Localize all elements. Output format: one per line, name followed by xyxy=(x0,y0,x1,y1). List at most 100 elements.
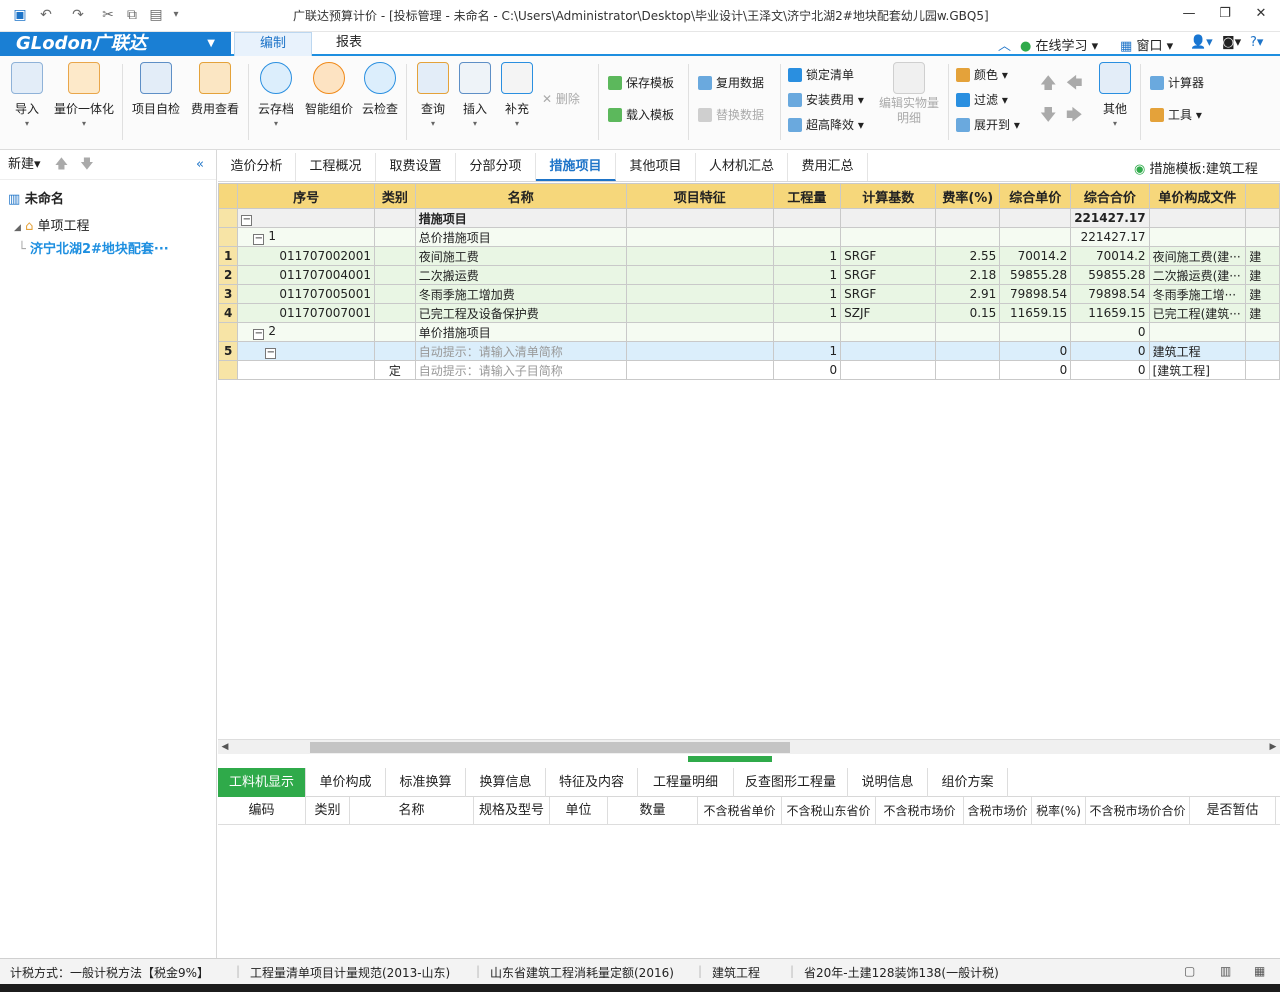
new-button[interactable]: 新建▾ xyxy=(8,157,41,172)
message-icon[interactable]: ◙▾ xyxy=(1222,35,1241,50)
grid-view-icon[interactable]: ▦ xyxy=(1254,964,1265,978)
cell-extra[interactable]: 建 xyxy=(1245,284,1280,304)
cell-total[interactable]: 79898.54 xyxy=(1070,284,1150,304)
cell-code[interactable]: − xyxy=(237,341,375,361)
cell-feature[interactable] xyxy=(625,265,774,285)
row-number[interactable] xyxy=(218,360,239,380)
cell-code[interactable]: −1 xyxy=(237,227,375,247)
cell-type[interactable] xyxy=(373,303,416,323)
cell-qty[interactable]: 1 xyxy=(772,246,842,266)
cell-file[interactable]: 夜间施工费(建··· xyxy=(1148,246,1247,266)
tab-measures[interactable]: 措施项目 xyxy=(536,153,616,181)
cell-type[interactable]: 定 xyxy=(373,360,416,380)
arrow-down-icon[interactable]: 🡇 xyxy=(80,157,93,172)
restore-button[interactable]: ❐ xyxy=(1210,4,1240,26)
row-number[interactable] xyxy=(218,208,239,228)
collapse-toggle-icon[interactable]: − xyxy=(253,329,265,340)
self-check-button[interactable]: 项目自检 xyxy=(130,62,182,117)
cell-unit-price[interactable] xyxy=(999,227,1072,247)
online-learn-button[interactable]: ● 在线学习 ▾ xyxy=(1020,35,1098,54)
cell-base[interactable]: SZJF xyxy=(840,303,937,323)
close-button[interactable]: ✕ xyxy=(1246,4,1276,26)
cell-base[interactable] xyxy=(840,208,937,228)
row-number[interactable]: 4 xyxy=(218,303,239,323)
user-icon[interactable]: 👤▾ xyxy=(1190,35,1213,50)
cell-file[interactable] xyxy=(1148,208,1247,228)
cell-code[interactable]: −2 xyxy=(237,322,375,342)
cell-base[interactable]: SRGF xyxy=(840,284,937,304)
app-logo[interactable]: GLodon广联达 ▼ xyxy=(0,32,231,56)
cell-qty[interactable] xyxy=(772,208,842,228)
bcol-name[interactable]: 名称 xyxy=(350,797,474,825)
cell-total[interactable]: 11659.15 xyxy=(1070,303,1150,323)
save-icon[interactable]: ▣ xyxy=(10,5,30,25)
cell-file[interactable]: 二次搬运费(建··· xyxy=(1148,265,1247,285)
cell-file[interactable]: 冬雨季施工增··· xyxy=(1148,284,1247,304)
tab-fee-settings[interactable]: 取费设置 xyxy=(376,153,456,181)
cell-type[interactable] xyxy=(373,227,416,247)
cell-code[interactable] xyxy=(237,360,375,380)
cell-rate[interactable] xyxy=(935,360,1001,380)
template-selector[interactable]: ◉ 措施模板:建筑工程 xyxy=(1134,158,1258,177)
cell-extra[interactable] xyxy=(1245,227,1280,247)
btab-graphic-quantity[interactable]: 反查图形工程量 xyxy=(734,768,848,797)
collapse-panel-icon[interactable]: « xyxy=(196,150,204,180)
minimize-button[interactable]: — xyxy=(1174,4,1204,26)
lock-list-button[interactable]: 锁定清单 xyxy=(788,66,854,84)
split-view-icon[interactable]: ▥ xyxy=(1220,964,1231,978)
window-menu-button[interactable]: ▦ 窗口 ▾ xyxy=(1120,35,1173,54)
row-number[interactable] xyxy=(218,227,239,247)
cell-unit-price[interactable]: 0 xyxy=(999,341,1072,361)
bcol-unit[interactable]: 单位 xyxy=(550,797,608,825)
cell-base[interactable]: SRGF xyxy=(840,265,937,285)
collapse-toggle-icon[interactable]: − xyxy=(253,234,265,245)
cut-icon[interactable]: ✂ xyxy=(98,5,118,25)
cell-base[interactable] xyxy=(840,227,937,247)
col-header-index[interactable]: 序号 xyxy=(237,183,375,209)
cell-base[interactable] xyxy=(840,322,937,342)
tab-project-overview[interactable]: 工程概况 xyxy=(296,153,376,181)
cell-code[interactable]: − xyxy=(237,208,375,228)
cell-qty[interactable]: 0 xyxy=(772,360,842,380)
cell-rate[interactable] xyxy=(935,341,1001,361)
cell-unit-price[interactable] xyxy=(999,322,1072,342)
cell-type[interactable] xyxy=(373,265,416,285)
cell-total[interactable]: 221427.17 xyxy=(1070,208,1150,228)
row-number[interactable]: 1 xyxy=(218,246,239,266)
price-integration-button[interactable]: 量价一体化 ▾ xyxy=(52,62,116,128)
cell-total[interactable]: 0 xyxy=(1070,360,1150,380)
col-header-file[interactable]: 单价构成文件 xyxy=(1148,183,1247,209)
cell-extra[interactable] xyxy=(1245,360,1280,380)
cell-file[interactable] xyxy=(1148,227,1247,247)
tab-material-summary[interactable]: 人材机汇总 xyxy=(696,153,788,181)
bcol-market-price[interactable]: 不含税市场价 xyxy=(876,797,964,825)
btab-quantity-detail[interactable]: 工程量明细 xyxy=(638,768,734,797)
copy-icon[interactable]: ⧉ xyxy=(122,5,142,25)
cell-feature[interactable] xyxy=(625,360,774,380)
table-row[interactable]: 1 011707002001 夜间施工费 1 SRGF 2.55 70014.2 70014.… xyxy=(218,246,1280,266)
help-button[interactable]: ?▾ xyxy=(1250,35,1263,50)
col-header-rate[interactable]: 费率(%) xyxy=(935,183,1001,209)
import-button[interactable]: 导入 ▾ xyxy=(8,62,46,128)
cell-extra[interactable]: 建 xyxy=(1245,303,1280,323)
cell-extra[interactable]: 建 xyxy=(1245,265,1280,285)
btab-price-composition[interactable]: 单价构成 xyxy=(306,768,386,797)
move-left-icon[interactable]: 🡄 xyxy=(1066,74,1083,92)
cell-unit-price[interactable]: 11659.15 xyxy=(999,303,1072,323)
move-right-icon[interactable]: 🡆 xyxy=(1066,106,1083,124)
cell-name[interactable]: 措施项目 xyxy=(414,208,627,228)
cell-type[interactable] xyxy=(373,341,416,361)
tab-fee-summary[interactable]: 费用汇总 xyxy=(788,153,868,181)
cell-unit-price[interactable]: 0 xyxy=(999,360,1072,380)
bcol-code[interactable]: 编码 xyxy=(218,797,306,825)
horizontal-scrollbar[interactable]: ◀ ▶ xyxy=(218,739,1280,754)
row-number[interactable] xyxy=(218,322,239,342)
col-header-name[interactable]: 名称 xyxy=(414,183,627,209)
move-down-icon[interactable]: 🡇 xyxy=(1040,106,1056,124)
tab-cost-analysis[interactable]: 造价分析 xyxy=(218,153,296,181)
query-button[interactable]: 查询 ▾ xyxy=(414,62,452,128)
tree-project-item[interactable]: └ 济宁北湖2#地块配套··· xyxy=(18,238,169,257)
col-header-quantity[interactable]: 工程量 xyxy=(772,183,842,209)
cell-file[interactable] xyxy=(1148,322,1247,342)
cell-code[interactable]: 011707004001 xyxy=(237,265,375,285)
